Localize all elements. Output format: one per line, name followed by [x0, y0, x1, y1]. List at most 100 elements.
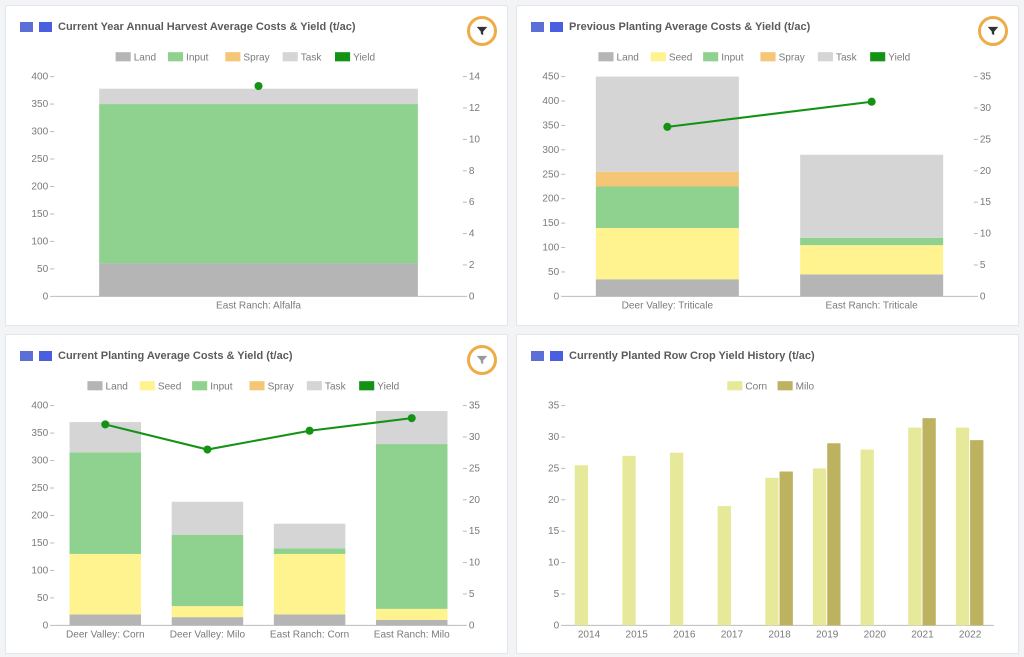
- svg-text:50: 50: [37, 264, 49, 275]
- svg-text:0: 0: [554, 620, 560, 631]
- svg-text:14: 14: [469, 72, 481, 83]
- panel-title: Current Planting Average Costs & Yield (…: [58, 350, 293, 362]
- svg-text:2021: 2021: [911, 629, 934, 640]
- svg-text:200: 200: [31, 181, 48, 192]
- svg-text:East Ranch: Triticale: East Ranch: Triticale: [826, 301, 919, 312]
- svg-text:100: 100: [31, 236, 48, 247]
- svg-text:Spray: Spray: [268, 381, 295, 392]
- svg-text:350: 350: [542, 120, 559, 131]
- svg-text:30: 30: [980, 103, 992, 114]
- svg-text:0: 0: [43, 620, 49, 631]
- panel-row-crop-history: Currently Planted Row Crop Yield History…: [516, 334, 1019, 655]
- svg-text:100: 100: [542, 243, 559, 254]
- svg-text:400: 400: [31, 400, 48, 411]
- svg-text:35: 35: [980, 72, 992, 83]
- svg-text:25: 25: [548, 463, 560, 474]
- chart: LandInputSprayTaskYield05010015020025030…: [20, 42, 493, 317]
- svg-text:Deer Valley: Corn: Deer Valley: Corn: [66, 629, 145, 640]
- svg-text:25: 25: [980, 134, 992, 145]
- chart: LandSeedInputSprayTaskYield0501001502002…: [20, 371, 493, 646]
- chart: CornMilo05101520253035201420152016201720…: [531, 371, 1004, 646]
- svg-text:150: 150: [542, 218, 559, 229]
- panel-header: Currently Planted Row Crop Yield History…: [531, 347, 1004, 365]
- svg-text:50: 50: [37, 593, 49, 604]
- panel-swatch-2: [39, 22, 52, 32]
- svg-text:2022: 2022: [959, 629, 982, 640]
- svg-text:2017: 2017: [721, 629, 744, 640]
- filter-icon: [475, 24, 489, 38]
- svg-text:30: 30: [469, 432, 481, 443]
- svg-text:2020: 2020: [864, 629, 887, 640]
- svg-text:25: 25: [469, 463, 481, 474]
- panel-previous-planting: Previous Planting Average Costs & Yield …: [516, 5, 1019, 326]
- svg-text:10: 10: [469, 134, 481, 145]
- svg-text:20: 20: [548, 495, 560, 506]
- svg-text:450: 450: [542, 72, 559, 83]
- svg-text:400: 400: [542, 96, 559, 107]
- panel-swatch-2: [550, 351, 563, 361]
- svg-text:20: 20: [469, 495, 481, 506]
- svg-text:Yield: Yield: [888, 52, 910, 63]
- svg-text:Deer Valley: Milo: Deer Valley: Milo: [170, 629, 246, 640]
- svg-text:Spray: Spray: [779, 52, 806, 63]
- panel-header: Current Year Annual Harvest Average Cost…: [20, 18, 493, 36]
- svg-text:350: 350: [31, 428, 48, 439]
- svg-text:300: 300: [542, 145, 559, 156]
- svg-text:100: 100: [31, 565, 48, 576]
- svg-text:10: 10: [469, 557, 481, 568]
- svg-text:East Ranch: Milo: East Ranch: Milo: [374, 629, 450, 640]
- svg-text:12: 12: [469, 103, 481, 114]
- svg-text:300: 300: [31, 455, 48, 466]
- svg-text:15: 15: [469, 526, 481, 537]
- svg-text:15: 15: [980, 197, 992, 208]
- svg-text:East Ranch: Alfalfa: East Ranch: Alfalfa: [216, 301, 301, 312]
- panel-swatch-1: [20, 351, 33, 361]
- svg-text:0: 0: [469, 620, 475, 631]
- filter-icon: [475, 353, 489, 367]
- panel-header: Previous Planting Average Costs & Yield …: [531, 18, 1004, 36]
- panel-swatch-2: [550, 22, 563, 32]
- svg-text:Input: Input: [721, 52, 744, 63]
- svg-text:Seed: Seed: [669, 52, 692, 63]
- svg-text:East Ranch: Corn: East Ranch: Corn: [270, 629, 349, 640]
- panel-swatch-1: [531, 351, 544, 361]
- svg-text:0: 0: [469, 291, 475, 302]
- svg-text:250: 250: [31, 483, 48, 494]
- svg-text:300: 300: [31, 127, 48, 138]
- svg-text:0: 0: [554, 291, 560, 302]
- filter-icon: [986, 24, 1000, 38]
- svg-text:2014: 2014: [578, 629, 601, 640]
- svg-text:35: 35: [469, 400, 481, 411]
- svg-text:2015: 2015: [625, 629, 648, 640]
- svg-text:Yield: Yield: [377, 381, 399, 392]
- svg-text:Corn: Corn: [745, 381, 767, 392]
- svg-text:5: 5: [554, 589, 560, 600]
- svg-text:Milo: Milo: [796, 381, 815, 392]
- svg-text:Land: Land: [106, 381, 128, 392]
- svg-text:Land: Land: [617, 52, 639, 63]
- svg-text:150: 150: [31, 538, 48, 549]
- svg-text:250: 250: [31, 154, 48, 165]
- svg-text:Input: Input: [186, 52, 209, 63]
- svg-text:Spray: Spray: [243, 52, 270, 63]
- panel-swatch-2: [39, 351, 52, 361]
- svg-text:5: 5: [469, 589, 475, 600]
- svg-text:Task: Task: [325, 381, 347, 392]
- svg-text:400: 400: [31, 72, 48, 83]
- svg-text:2018: 2018: [768, 629, 791, 640]
- svg-text:0: 0: [980, 291, 986, 302]
- svg-text:2016: 2016: [673, 629, 696, 640]
- panel-swatch-1: [531, 22, 544, 32]
- svg-text:Input: Input: [210, 381, 233, 392]
- panel-swatch-1: [20, 22, 33, 32]
- svg-text:35: 35: [548, 400, 560, 411]
- svg-text:Task: Task: [836, 52, 858, 63]
- svg-text:10: 10: [980, 229, 992, 240]
- svg-text:350: 350: [31, 99, 48, 110]
- svg-text:Yield: Yield: [353, 52, 375, 63]
- panel-current-year-harvest: Current Year Annual Harvest Average Cost…: [5, 5, 508, 326]
- svg-text:50: 50: [548, 267, 560, 278]
- svg-text:0: 0: [43, 291, 49, 302]
- svg-text:Land: Land: [134, 52, 156, 63]
- svg-text:Deer Valley: Triticale: Deer Valley: Triticale: [622, 301, 714, 312]
